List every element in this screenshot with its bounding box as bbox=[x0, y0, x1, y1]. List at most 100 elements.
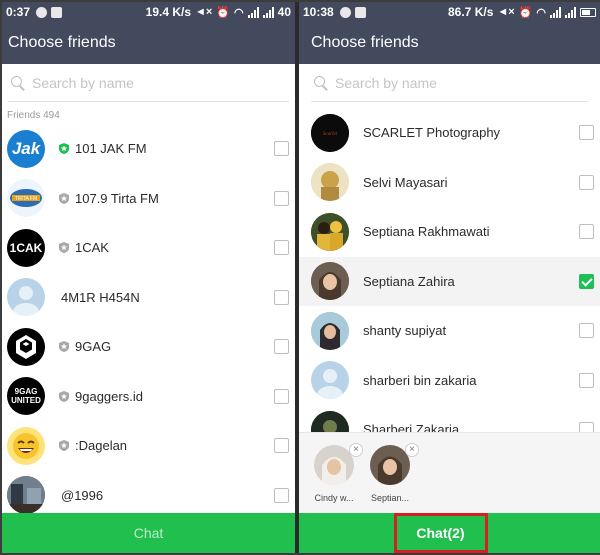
official-account-icon bbox=[59, 192, 69, 204]
signal-icon bbox=[550, 6, 561, 18]
friend-row[interactable]: shanty supiyat bbox=[299, 306, 600, 356]
select-checkbox[interactable] bbox=[274, 289, 289, 305]
alarm-icon: ⏰ bbox=[518, 6, 533, 19]
status-time: 0:37 bbox=[6, 5, 31, 19]
search-input[interactable] bbox=[335, 74, 555, 91]
9gag-united-avatar: 9GAG UNITED bbox=[7, 377, 45, 416]
search-bar[interactable] bbox=[311, 64, 588, 102]
chat-notification-icon bbox=[339, 6, 351, 18]
select-checkbox[interactable] bbox=[579, 174, 594, 190]
battery-icon bbox=[580, 7, 596, 17]
friends-list: Jak 101 JAK FM TIRTA FM 107.9 Tirta FM 1… bbox=[2, 124, 295, 520]
friend-name: 9gaggers.id bbox=[75, 388, 143, 404]
signal-icon-2 bbox=[262, 6, 274, 18]
scarlet-photography-avatar: Scarlet bbox=[311, 113, 349, 152]
chat-notification-icon bbox=[36, 6, 48, 18]
friend-name: 9GAG bbox=[75, 339, 112, 355]
friend-name: Selvi Mayasari bbox=[363, 174, 448, 190]
friend-row[interactable]: 9GAG UNITED 9gaggers.id bbox=[2, 372, 295, 422]
page-title: Choose friends bbox=[299, 22, 600, 64]
friend-row[interactable]: 9GAG bbox=[2, 322, 295, 372]
bottom-bar: Chat bbox=[2, 513, 295, 553]
network-speed: 19.4 K/s bbox=[145, 5, 192, 19]
friend-name: @1996 bbox=[61, 487, 104, 503]
left-screen: 0:37 19.4 K/s ◄× ⏰ ◠ 40 Choose friends F… bbox=[2, 2, 295, 553]
page-title: Choose friends bbox=[2, 22, 295, 64]
selected-chip[interactable]: × Cindy w... bbox=[311, 443, 363, 503]
dagelan-emoji-avatar bbox=[7, 426, 45, 465]
wifi-icon: ◠ bbox=[536, 6, 546, 19]
select-checkbox[interactable] bbox=[579, 125, 594, 141]
official-account-icon bbox=[59, 242, 69, 254]
status-right: 86.7 K/s ◄× ⏰ ◠ bbox=[448, 5, 596, 19]
9gag-avatar bbox=[7, 327, 45, 366]
official-account-icon bbox=[59, 143, 69, 155]
remove-icon[interactable]: × bbox=[349, 443, 363, 457]
status-right: 19.4 K/s ◄× ⏰ ◠ 40 bbox=[146, 5, 291, 19]
friend-row[interactable]: Selvi Mayasari bbox=[299, 158, 600, 208]
friends-list: Scarlet SCARLET Photography Selvi Mayasa… bbox=[299, 108, 600, 455]
friend-name: shanty supiyat bbox=[363, 323, 447, 339]
mute-icon: ◄× bbox=[497, 6, 515, 18]
selected-label: Cindy w... bbox=[314, 493, 354, 503]
image-notification-icon bbox=[51, 6, 63, 18]
mute-icon: ◄× bbox=[195, 6, 213, 18]
friend-row[interactable]: :Dagelan bbox=[2, 421, 295, 471]
friend-row[interactable]: Septiana Rakhmawati bbox=[299, 207, 600, 257]
friend-name: SCARLET Photography bbox=[363, 125, 501, 141]
select-checkbox[interactable] bbox=[274, 438, 289, 454]
signal-icon-2 bbox=[565, 6, 576, 18]
official-account-icon bbox=[59, 341, 69, 353]
official-account-icon bbox=[59, 390, 69, 402]
chat-button[interactable]: Chat bbox=[134, 525, 164, 541]
friend-name: :Dagelan bbox=[75, 438, 128, 454]
select-checkbox[interactable] bbox=[274, 240, 289, 256]
image-notification-icon bbox=[354, 6, 366, 18]
status-bar: 0:37 19.4 K/s ◄× ⏰ ◠ 40 bbox=[2, 2, 295, 22]
friend-row[interactable]: Scarlet SCARLET Photography bbox=[299, 108, 600, 158]
wifi-icon: ◠ bbox=[234, 6, 244, 19]
friend-name: 107.9 Tirta FM bbox=[75, 190, 159, 206]
select-checkbox[interactable] bbox=[579, 372, 594, 388]
select-checkbox-checked[interactable] bbox=[579, 273, 594, 289]
friend-row[interactable]: TIRTA FM 107.9 Tirta FM bbox=[2, 174, 295, 224]
bottom-bar: Chat(2) bbox=[299, 513, 600, 553]
svg-text:TIRTA FM: TIRTA FM bbox=[15, 196, 37, 202]
jak-fm-avatar: Jak bbox=[7, 129, 45, 168]
chat-button[interactable]: Chat(2) bbox=[393, 513, 488, 553]
battery-level: 40 bbox=[277, 5, 291, 19]
select-checkbox[interactable] bbox=[274, 487, 289, 503]
select-checkbox[interactable] bbox=[274, 190, 289, 206]
select-checkbox[interactable] bbox=[579, 323, 594, 339]
friend-row[interactable]: Jak 101 JAK FM bbox=[2, 124, 295, 174]
tirta-fm-avatar: TIRTA FM bbox=[7, 179, 45, 218]
status-time: 10:38 bbox=[303, 5, 334, 19]
friend-name: Septiana Rakhmawati bbox=[363, 224, 490, 240]
friend-row-selected[interactable]: Septiana Zahira bbox=[299, 256, 600, 306]
selected-avatar bbox=[314, 445, 354, 485]
selvi-avatar bbox=[311, 163, 349, 202]
friend-name: Septiana Zahira bbox=[363, 273, 455, 289]
selected-avatar bbox=[370, 445, 410, 485]
svg-text:Scarlet: Scarlet bbox=[323, 132, 338, 137]
select-checkbox[interactable] bbox=[274, 141, 289, 157]
friends-count-label: Friends 494 bbox=[7, 110, 60, 121]
friend-row[interactable]: 1CAK 1CAK bbox=[2, 223, 295, 273]
search-input[interactable] bbox=[32, 74, 252, 91]
remove-icon[interactable]: × bbox=[405, 443, 419, 457]
right-screen: 10:38 86.7 K/s ◄× ⏰ ◠ Choose friends Sea… bbox=[299, 2, 600, 553]
friend-row[interactable]: 4M1R H454N bbox=[2, 273, 295, 323]
search-bar[interactable] bbox=[8, 64, 289, 102]
select-checkbox[interactable] bbox=[274, 388, 289, 404]
friend-row[interactable]: sharberi bin zakaria bbox=[299, 356, 600, 406]
friend-name: sharberi bin zakaria bbox=[363, 372, 477, 388]
status-bar: 10:38 86.7 K/s ◄× ⏰ ◠ bbox=[299, 2, 600, 22]
selected-chip[interactable]: × Septian... bbox=[367, 443, 419, 503]
select-checkbox[interactable] bbox=[579, 224, 594, 240]
select-checkbox[interactable] bbox=[274, 339, 289, 355]
notification-icons bbox=[36, 6, 63, 18]
default-profile-avatar bbox=[311, 361, 349, 400]
shanty-avatar bbox=[311, 311, 349, 350]
friend-name: 4M1R H454N bbox=[61, 289, 140, 305]
alarm-icon: ⏰ bbox=[216, 6, 231, 19]
